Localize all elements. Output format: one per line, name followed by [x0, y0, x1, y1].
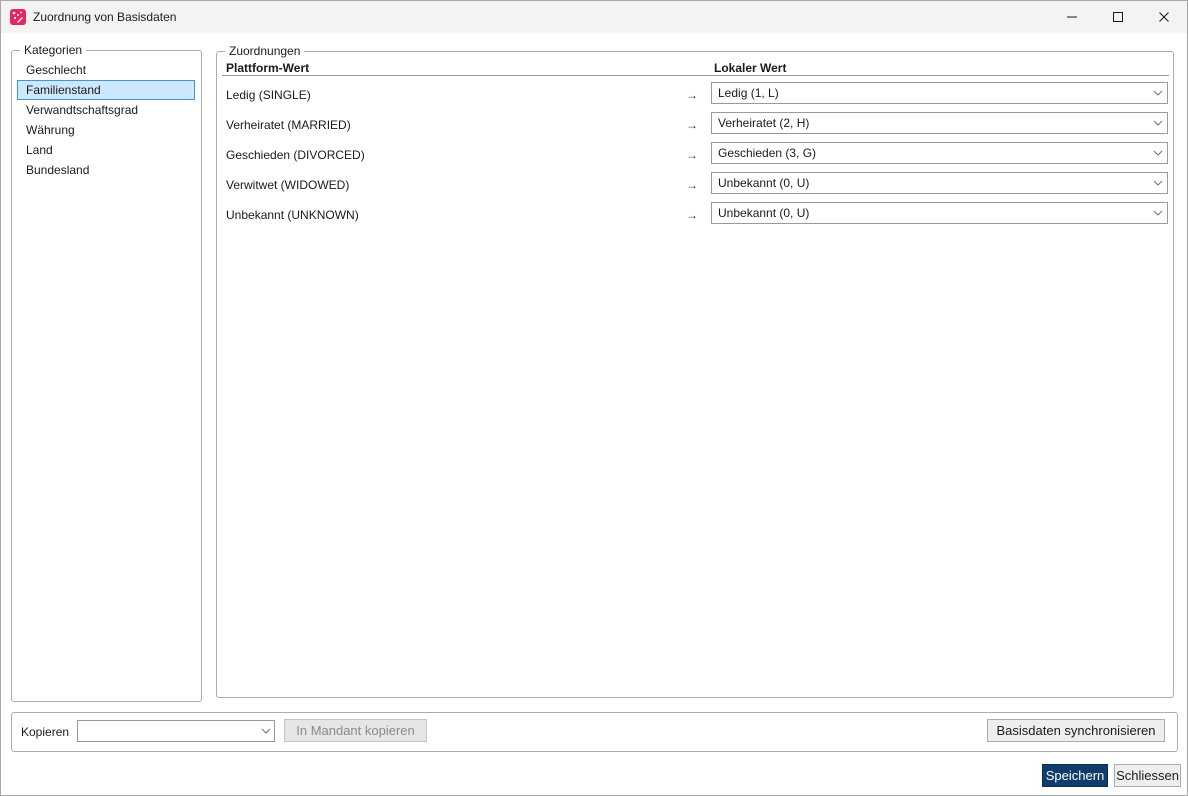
chevron-down-icon	[1153, 210, 1163, 216]
mapping-arrow: →	[686, 148, 698, 162]
window-title: Zuordnung von Basisdaten	[33, 10, 177, 24]
mapping-local-value: Verheiratet (2, H)	[718, 116, 810, 130]
mapping-arrow: →	[686, 118, 698, 132]
mapping-local-value: Unbekannt (0, U)	[718, 206, 810, 220]
copy-toolbar: Kopieren In Mandant kopieren Basisdaten …	[11, 712, 1178, 752]
maximize-button[interactable]	[1095, 1, 1141, 33]
chevron-down-icon	[1153, 90, 1163, 96]
mapping-platform-value: Ledig (SINGLE)	[226, 88, 311, 102]
copy-tenant-select[interactable]	[77, 720, 275, 742]
mapping-arrow: →	[686, 178, 698, 192]
mapping-arrow: →	[686, 88, 698, 102]
copy-label: Kopieren	[21, 725, 70, 739]
mappings-legend: Zuordnungen	[225, 44, 305, 58]
mapping-local-select[interactable]: Ledig (1, L)	[711, 82, 1168, 104]
chevron-down-icon	[1153, 180, 1163, 186]
close-icon	[1159, 12, 1169, 22]
column-header-local: Lokaler Wert	[714, 61, 787, 75]
category-item-bundesland[interactable]: Bundesland	[17, 160, 195, 180]
minimize-icon	[1067, 16, 1077, 18]
column-header-platform: Plattform-Wert	[226, 61, 310, 75]
close-button[interactable]: Schliessen	[1114, 764, 1181, 787]
copy-to-tenant-button[interactable]: In Mandant kopieren	[284, 719, 427, 742]
minimize-button[interactable]	[1049, 1, 1095, 33]
mapping-arrow: →	[686, 208, 698, 222]
app-icon	[10, 9, 26, 25]
mapping-local-select[interactable]: Unbekannt (0, U)	[711, 172, 1168, 194]
category-item-familienstand[interactable]: Familienstand	[17, 80, 195, 100]
chevron-down-icon	[1153, 120, 1163, 126]
category-item-verwandtschaftsgrad[interactable]: Verwandtschaftsgrad	[17, 100, 195, 120]
mapping-local-select[interactable]: Geschieden (3, G)	[711, 142, 1168, 164]
mapping-platform-value: Verheiratet (MARRIED)	[226, 118, 351, 132]
category-item-geschlecht[interactable]: Geschlecht	[17, 60, 195, 80]
close-window-button[interactable]	[1141, 1, 1187, 33]
mapping-local-value: Unbekannt (0, U)	[718, 176, 810, 190]
dialog-window: Zuordnung von Basisdaten Kategorien Gesc…	[0, 0, 1188, 796]
mapping-platform-value: Geschieden (DIVORCED)	[226, 148, 365, 162]
maximize-icon	[1113, 12, 1123, 22]
category-item-waehrung[interactable]: Währung	[17, 120, 195, 140]
chevron-down-icon	[1153, 150, 1163, 156]
mapping-local-value: Ledig (1, L)	[718, 86, 779, 100]
title-bar[interactable]: Zuordnung von Basisdaten	[1, 1, 1187, 33]
mapping-local-value: Geschieden (3, G)	[718, 146, 817, 160]
categories-group: Kategorien Geschlecht Familienstand Verw…	[11, 43, 202, 702]
header-divider	[222, 75, 1169, 76]
categories-legend: Kategorien	[20, 43, 87, 57]
mapping-platform-value: Verwitwet (WIDOWED)	[226, 178, 350, 192]
sync-basedata-button[interactable]: Basisdaten synchronisieren	[987, 719, 1165, 742]
category-item-land[interactable]: Land	[17, 140, 195, 160]
save-button[interactable]: Speichern	[1042, 764, 1108, 787]
mapping-platform-value: Unbekannt (UNKNOWN)	[226, 208, 359, 222]
mapping-local-select[interactable]: Verheiratet (2, H)	[711, 112, 1168, 134]
chevron-down-icon	[261, 728, 271, 734]
mapping-local-select[interactable]: Unbekannt (0, U)	[711, 202, 1168, 224]
mappings-group: Zuordnungen Plattform-Wert Lokaler Wert …	[216, 44, 1174, 698]
